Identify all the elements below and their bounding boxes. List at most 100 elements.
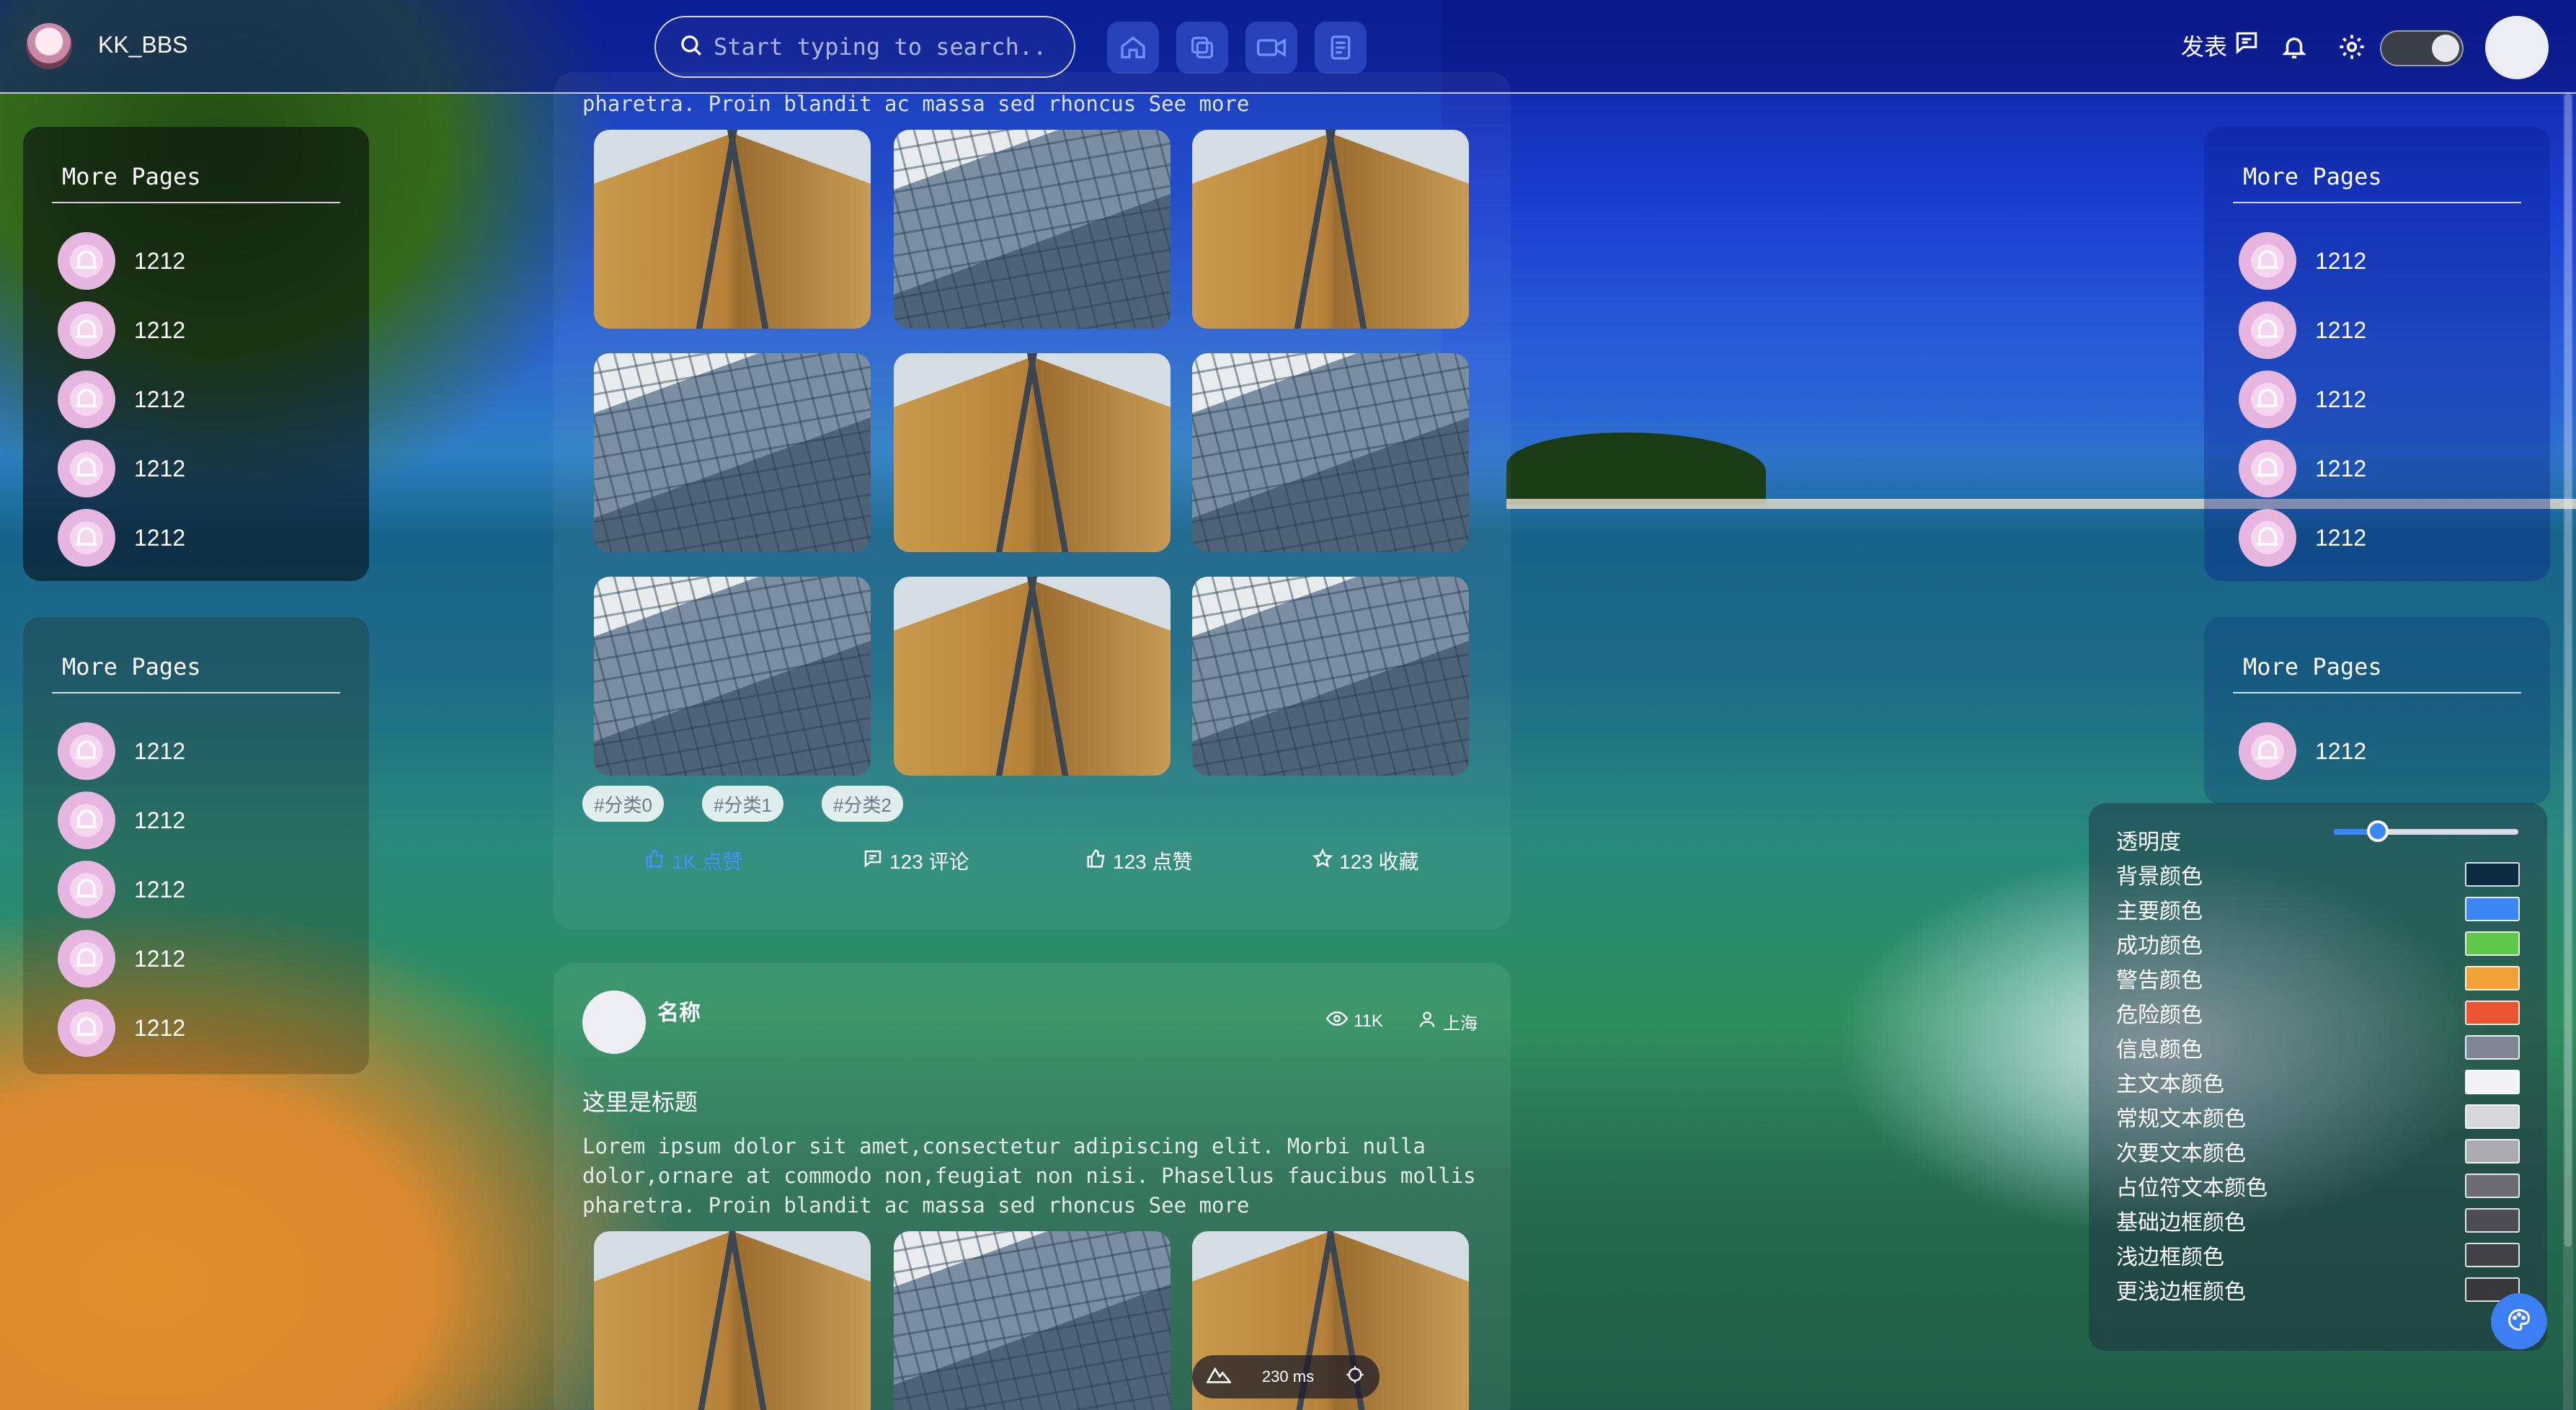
list-item-label: 1212	[2315, 737, 2367, 764]
theme-color-row: 警告颜色	[2116, 962, 2520, 995]
search-box[interactable]	[654, 16, 1075, 78]
post-image[interactable]	[894, 130, 1171, 329]
color-swatch[interactable]	[2465, 1208, 2520, 1233]
bell-avatar-icon	[2239, 232, 2296, 290]
list-item[interactable]: 1212	[2239, 721, 2366, 781]
theme-color-label: 主要颜色	[2116, 900, 2203, 923]
user-avatar[interactable]	[2485, 16, 2549, 79]
list-item[interactable]: 1212	[58, 438, 185, 499]
user-location-icon	[1417, 1009, 1437, 1034]
color-swatch[interactable]	[2465, 966, 2520, 990]
list-item-label: 1212	[2315, 316, 2367, 343]
list-item[interactable]: 1212	[58, 998, 185, 1058]
theme-color-label: 主文本颜色	[2116, 1073, 2224, 1096]
color-swatch[interactable]	[2465, 862, 2520, 887]
list-item[interactable]: 1212	[2239, 231, 2366, 291]
list-item[interactable]: 1212	[58, 721, 185, 781]
theme-color-row: 成功颜色	[2116, 927, 2520, 960]
comment-button[interactable]: 123 评论	[862, 846, 969, 875]
search-input[interactable]	[714, 33, 1060, 61]
post-image[interactable]	[1192, 353, 1469, 552]
theme-settings-panel: 透明度 背景颜色 主要颜色 成功颜色 警告颜色 危险颜色 信息颜色 主文本颜色 常规文本颜色次…	[2089, 803, 2547, 1351]
brand-name[interactable]: KK_BBS	[98, 32, 188, 58]
post-image[interactable]	[594, 353, 871, 552]
post-image[interactable]	[1192, 130, 1469, 329]
scrollbar-thumb[interactable]	[2564, 94, 2572, 1247]
publish-button[interactable]: 发表	[2181, 29, 2260, 62]
like-active-button[interactable]: 1K 点赞	[644, 846, 742, 875]
comment-count: 123 评论	[889, 851, 969, 873]
thumbs-up-icon	[644, 848, 666, 874]
tag-chip[interactable]: #分类1	[702, 786, 783, 822]
color-swatch[interactable]	[2465, 1001, 2520, 1025]
favorite-button[interactable]: 123 收藏	[1312, 846, 1419, 875]
site-logo[interactable]	[26, 23, 72, 69]
color-swatch[interactable]	[2465, 1139, 2520, 1163]
home-icon[interactable]	[1107, 22, 1159, 74]
list-item[interactable]: 1212	[2239, 300, 2366, 360]
opacity-slider[interactable]	[2334, 820, 2518, 842]
post-image[interactable]	[894, 577, 1171, 776]
list-item[interactable]: 1212	[58, 859, 185, 920]
author-avatar[interactable]	[582, 990, 646, 1054]
list-item[interactable]: 1212	[2239, 438, 2366, 499]
theme-color-row: 浅边框颜色	[2116, 1238, 2520, 1272]
color-swatch[interactable]	[2465, 1243, 2520, 1267]
tag-chip[interactable]: #分类2	[822, 786, 903, 822]
list-item[interactable]: 1212	[58, 231, 185, 291]
color-swatch[interactable]	[2465, 1070, 2520, 1094]
list-item[interactable]: 1212	[58, 300, 185, 360]
color-swatch[interactable]	[2465, 1104, 2520, 1129]
color-swatch[interactable]	[2465, 1174, 2520, 1198]
bell-avatar-icon	[2239, 509, 2296, 567]
color-swatch[interactable]	[2465, 897, 2520, 921]
left-panel-1: More Pages 1212 1212 1212 1212 1212	[23, 127, 369, 581]
list-item-label: 1212	[134, 737, 186, 764]
gear-icon[interactable]	[2334, 29, 2370, 65]
post-title[interactable]: 这里是标题	[582, 1084, 698, 1117]
list-item[interactable]: 1212	[2239, 369, 2366, 430]
post-image[interactable]	[594, 130, 871, 329]
bell-avatar-icon	[2239, 371, 2296, 428]
star-icon	[1312, 848, 1333, 874]
theme-color-row: 主要颜色	[2116, 892, 2520, 926]
list-item-label: 1212	[134, 247, 186, 274]
left-panel-2: More Pages 1212 1212 1212 1212 1212	[23, 617, 369, 1074]
color-swatch[interactable]	[2465, 931, 2520, 956]
author-name[interactable]: 名称	[657, 995, 701, 1027]
bell-avatar-icon	[58, 930, 115, 988]
tag-chip[interactable]: #分类0	[582, 786, 664, 822]
list-item[interactable]: 1212	[58, 507, 185, 568]
theme-toggle[interactable]	[2380, 30, 2464, 66]
copy-icon[interactable]	[1176, 22, 1228, 74]
post-image[interactable]	[894, 353, 1171, 552]
bell-avatar-icon	[58, 509, 115, 567]
publish-label: 发表	[2181, 34, 2228, 60]
color-swatch[interactable]	[2465, 1035, 2520, 1060]
crosshair-icon	[1345, 1365, 1365, 1389]
performance-indicator[interactable]: 230 ms	[1192, 1355, 1380, 1398]
page-scrollbar[interactable]	[2563, 94, 2573, 1410]
post-image[interactable]	[894, 1231, 1171, 1410]
slider-thumb[interactable]	[2367, 820, 2389, 842]
theme-color-label: 常规文本颜色	[2116, 1107, 2246, 1131]
view-count-label: 11K	[1354, 1011, 1383, 1031]
theme-color-row: 常规文本颜色	[2116, 1100, 2520, 1133]
list-item[interactable]: 1212	[58, 928, 185, 989]
post-image[interactable]	[594, 1231, 871, 1410]
post-image[interactable]	[1192, 577, 1469, 776]
theme-color-row: 次要文本颜色	[2116, 1135, 2520, 1168]
video-icon[interactable]	[1245, 22, 1297, 74]
eye-icon	[1325, 1009, 1349, 1033]
list-item[interactable]: 1212	[58, 369, 185, 430]
palette-button[interactable]	[2491, 1293, 2547, 1349]
bell-icon[interactable]	[2276, 29, 2312, 65]
list-item[interactable]: 1212	[58, 790, 185, 851]
list-item[interactable]: 1212	[2239, 507, 2366, 568]
post-image[interactable]	[594, 577, 871, 776]
document-icon[interactable]	[1315, 22, 1367, 74]
like-button[interactable]: 123 点赞	[1085, 846, 1193, 875]
panel-divider	[52, 692, 340, 693]
theme-color-row: 占位符文本颜色	[2116, 1169, 2520, 1202]
theme-color-label: 背景颜色	[2116, 865, 2203, 889]
